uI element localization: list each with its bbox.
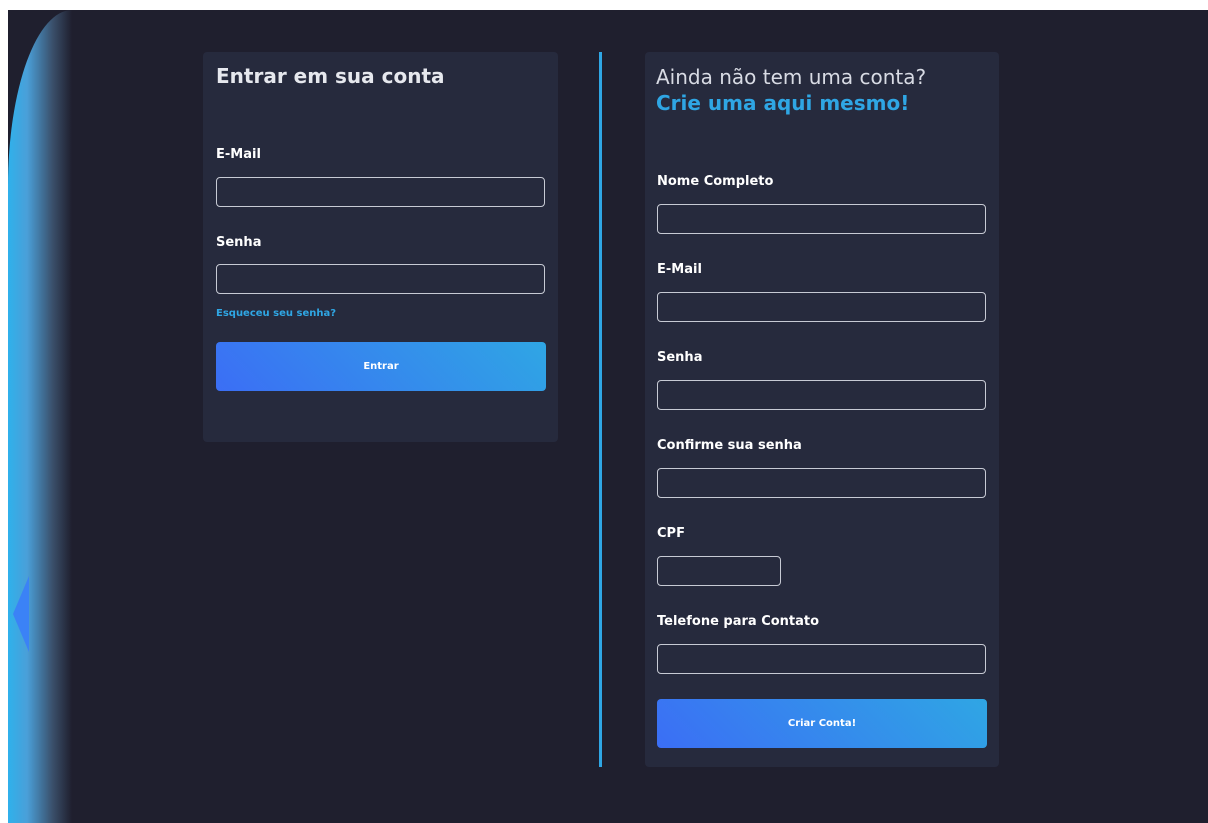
forgot-password-link[interactable]: Esqueceu seu senha?	[216, 308, 336, 319]
fullname-input[interactable]	[657, 204, 986, 234]
login-password-label: Senha	[216, 235, 262, 250]
login-card: Entrar em sua conta E-Mail Senha Esquece…	[203, 52, 558, 442]
vertical-divider	[599, 52, 602, 767]
login-email-input[interactable]	[216, 177, 545, 207]
fullname-label: Nome Completo	[657, 174, 774, 189]
phone-label: Telefone para Contato	[657, 614, 820, 629]
signup-email-label: E-Mail	[657, 262, 702, 277]
side-accent-panel	[8, 10, 72, 823]
confirm-password-input[interactable]	[657, 468, 986, 498]
app-window: Entrar em sua conta E-Mail Senha Esquece…	[8, 10, 1208, 823]
cpf-label: CPF	[657, 526, 685, 541]
signup-subtitle: Ainda não tem uma conta?	[656, 65, 927, 89]
signup-password-input[interactable]	[657, 380, 986, 410]
collapse-arrow-icon[interactable]	[13, 576, 29, 652]
login-button[interactable]: Entrar	[216, 342, 546, 391]
signup-highlight: Crie uma aqui mesmo!	[656, 91, 910, 115]
signup-card: Ainda não tem uma conta? Crie uma aqui m…	[645, 52, 999, 767]
phone-input[interactable]	[657, 644, 986, 674]
confirm-password-label: Confirme sua senha	[657, 438, 802, 453]
signup-password-label: Senha	[657, 350, 703, 365]
signup-email-input[interactable]	[657, 292, 986, 322]
login-title: Entrar em sua conta	[216, 64, 445, 88]
login-email-label: E-Mail	[216, 147, 261, 162]
login-password-input[interactable]	[216, 264, 545, 294]
cpf-input[interactable]	[657, 556, 781, 586]
create-account-button[interactable]: Criar Conta!	[657, 699, 987, 748]
